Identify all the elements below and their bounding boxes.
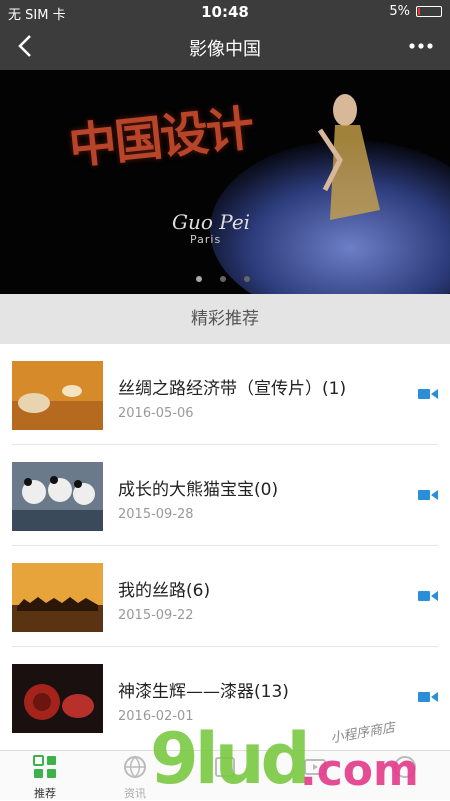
item-title: 神漆生辉——漆器(13) — [118, 682, 289, 702]
lacquerware-thumb — [12, 664, 103, 733]
item-title: 丝绸之路经济带（宣传片）(1) — [118, 379, 347, 399]
banner-carousel[interactable]: 中国设计 Guo Pei Paris — [0, 70, 450, 294]
status-right: 5% — [389, 4, 442, 19]
item-date: 2015-09-22 — [118, 608, 194, 623]
item-title: 我的丝路(6) — [118, 581, 211, 601]
video-icon — [418, 692, 438, 702]
video-icon — [418, 389, 438, 399]
list-item[interactable]: 丝绸之路经济带（宣传片）(1) 2016-05-06 — [0, 344, 450, 445]
grid-icon — [33, 755, 56, 778]
camel-caravan-thumb — [12, 563, 103, 632]
carousel-dot[interactable] — [220, 276, 226, 282]
video-icon — [418, 591, 438, 601]
more-icon[interactable] — [408, 32, 434, 60]
page-title: 影像中国 — [189, 39, 261, 60]
watermark-brand: 9lud — [150, 718, 311, 800]
tab-label: 推荐 — [34, 787, 56, 800]
item-date: 2016-05-06 — [118, 406, 194, 421]
silk-road-thumb — [12, 361, 103, 430]
status-bar: 无 SIM 卡 10:48 5% — [0, 0, 450, 24]
watermark-suffix: .com — [300, 745, 419, 796]
carousel-dot[interactable] — [244, 276, 250, 282]
banner-subtitle: Paris — [190, 233, 222, 246]
item-title: 成长的大熊猫宝宝(0) — [118, 480, 279, 500]
carousel-dot[interactable] — [196, 276, 202, 282]
list-item[interactable]: 成长的大熊猫宝宝(0) 2015-09-28 — [0, 445, 450, 546]
video-icon — [418, 490, 438, 500]
battery-percent: 5% — [389, 4, 410, 19]
section-header: 精彩推荐 — [0, 294, 450, 344]
battery-icon — [416, 6, 442, 17]
clock: 10:48 — [201, 3, 249, 21]
item-date: 2015-09-28 — [118, 507, 194, 522]
banner-signature: Guo Pei — [172, 210, 251, 234]
nav-bar: 影像中国 — [0, 24, 450, 70]
tab-recommend[interactable]: 推荐 — [0, 751, 90, 801]
list-item[interactable]: 我的丝路(6) 2015-09-22 — [0, 546, 450, 647]
panda-thumb — [12, 462, 103, 531]
carousel-dots[interactable] — [196, 276, 250, 282]
video-list: 丝绸之路经济带（宣传片）(1) 2016-05-06 成长的大熊猫宝宝(0) 2… — [0, 344, 450, 748]
globe-icon — [124, 756, 146, 779]
